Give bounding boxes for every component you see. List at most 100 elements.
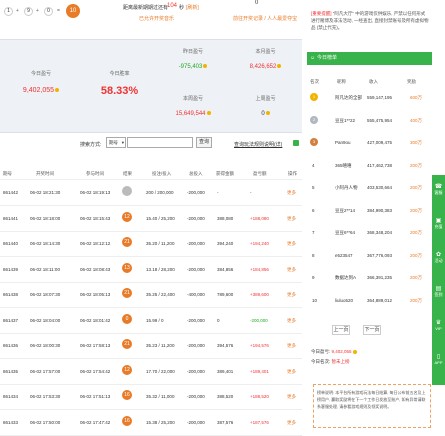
nickname: Pan9ou [335, 140, 351, 145]
week-label: 本周盈亏 [182, 96, 203, 102]
result-ball: 16 [122, 390, 132, 400]
more-link[interactable]: 更多 [287, 216, 296, 222]
week-value: 15,649,544 [175, 111, 206, 117]
sidebar-label: 充值 [434, 224, 443, 229]
result-ball: 13 [122, 262, 132, 273]
join-time-cell: 06-02 18:05:13 [80, 292, 111, 297]
issue-cell: 861442 [3, 190, 19, 195]
ranking-row: 6 豆豆2**14 384,990,383 200万 [307, 204, 432, 217]
table-row: 861438 06-02 18:07:30 06-02 18:05:13 35.25 … [0, 282, 302, 308]
sidebar-item-app[interactable]: ▯ APP [432, 353, 445, 377]
profit-cell: +389,600 [250, 292, 269, 297]
profit-cell: -200,000 [250, 317, 268, 323]
more-link[interactable]: 更多 [287, 318, 296, 324]
table-header: 期号 开奖时间 参与时间 结果 投注/投入 总投入 获得金额 盈亏额 操作 [0, 166, 302, 180]
total-cell: -200,000 [187, 241, 205, 246]
search-button[interactable]: 查询 [196, 137, 212, 148]
nickname: 阿凡达的全部 [335, 95, 362, 100]
more-link[interactable]: 更多 [287, 267, 296, 273]
ranking-rules-text: 榜单说明: 本平台所有游戏玩法每日结算, 每日公布前五名及上榜用户, 赢取奖励将… [317, 390, 426, 409]
result-ball: 0 [122, 313, 132, 324]
sidebar-label: VIP [435, 326, 442, 331]
win-cell: 0 [217, 317, 220, 323]
ball-1: 1 [4, 7, 13, 16]
today-rate-stat: 今日胜率 58.33% [82, 70, 157, 97]
my-rank-line: 今日名次: 暂未上榜 [311, 359, 350, 365]
yesterday-stat: 昨日盈亏 -975,403 [157, 48, 229, 70]
income-value: 403,530,664 [367, 185, 393, 190]
prev-page-button[interactable]: 上一页 [332, 325, 350, 335]
draw-time-cell: 06-02 17:53:30 [30, 394, 61, 399]
table-row: 861435 06-02 17:57:00 06-02 17:54:42 17.70 … [0, 359, 302, 385]
income-header: 收入 [369, 79, 378, 84]
join-time-cell: 06-02 17:58:13 [80, 343, 111, 348]
next-page-button[interactable]: 下一页 [363, 325, 381, 335]
draw-time-cell: 06-02 18:21:30 [30, 190, 61, 195]
nick-header: 昵称 [337, 79, 346, 84]
result-ball: 16 [122, 415, 132, 426]
gift-icon: ✿ [435, 252, 442, 258]
sound-toggle[interactable]: 已允许开奖音乐 [139, 15, 174, 22]
profit-cell: +188,520 [250, 394, 269, 399]
result-ball [122, 186, 132, 196]
income-value: 555,475,954 [367, 117, 393, 123]
rank-number: 7 [312, 230, 315, 235]
sidebar-label: 客服 [434, 190, 443, 195]
sidebar-label: APP [434, 360, 443, 365]
search-label: 搜索方式: [80, 142, 102, 148]
income-value: 367,776,093 [367, 252, 393, 258]
header-total: 总投入 [189, 171, 203, 176]
sidebar-item-activity[interactable]: ✿ 活动 [432, 251, 445, 275]
reward-value: 200万 [410, 297, 423, 303]
draw-time-cell: 06-02 17:50:00 [30, 419, 61, 425]
more-link[interactable]: 更多 [287, 343, 296, 349]
result-ball: 21 [122, 237, 132, 247]
more-link[interactable]: 更多 [287, 241, 296, 247]
month-label: 本月盈亏 [255, 49, 276, 55]
sidebar-item-recharge[interactable]: ▣ 充值 [432, 217, 445, 241]
search-input[interactable] [127, 137, 193, 148]
countdown-unit: 秒 [179, 5, 185, 11]
coin-icon [203, 64, 208, 69]
sidebar-item-vip[interactable]: ♛ VIP [432, 319, 445, 343]
draw-time-cell: 06-02 18:14:30 [30, 241, 61, 246]
rules-link[interactable]: 查询玩法规则说明(详) [234, 141, 282, 148]
bet-cell: 15.99 / 0 [146, 317, 164, 323]
profit-cell: +194,240 [250, 241, 269, 246]
countdown: 104 [167, 3, 178, 9]
search-type-select[interactable]: 期号 ▾ [106, 137, 126, 148]
sidebar-item-service[interactable]: ☎ 客服 [432, 183, 445, 207]
help-icon[interactable] [293, 140, 299, 146]
headset-icon: ☎ [434, 184, 443, 190]
total-cell: -400,000 [187, 292, 205, 297]
more-link[interactable]: 更多 [287, 190, 296, 196]
profit-cell: +194,576 [250, 343, 269, 348]
balance-value: 0 [255, 0, 259, 6]
today-rate-label: 今日胜率 [109, 71, 130, 77]
total-cell: -200,000 [187, 343, 205, 348]
nickname: 365嘻嘻 [335, 162, 352, 168]
more-link[interactable]: 更多 [287, 369, 296, 375]
income-value: 368,348,204 [367, 230, 393, 235]
ranking-row: 8 e523547 367,776,093 200万 [307, 249, 432, 262]
nickname: 豆豆6**64 [335, 230, 356, 235]
refresh-link[interactable]: [刷新] [186, 4, 199, 11]
more-link[interactable]: 更多 [287, 394, 296, 400]
coin-icon [265, 111, 270, 116]
rank-number: 5 [312, 185, 315, 190]
sidebar-item-signin[interactable]: ▤ 签到 [432, 285, 445, 309]
nickname: 小阿丹人物 [335, 185, 358, 190]
rank-number: 9 [312, 275, 315, 280]
bet-cell: 35.23 / 11,200 [146, 343, 175, 348]
more-link[interactable]: 更多 [287, 292, 296, 298]
more-link[interactable]: 更多 [287, 420, 296, 426]
medal-icon: 1 [310, 93, 318, 101]
my-profit-label: 今日盈亏: [311, 349, 331, 354]
wallet-icon: ▣ [435, 218, 442, 224]
week-stat: 本周盈亏 15,649,544 [157, 95, 229, 117]
join-time-cell: 06-02 18:12:12 [80, 241, 111, 246]
bet-cell: 35.25 / 22,400 [146, 292, 175, 297]
draw-time-cell: 06-02 17:57:00 [30, 368, 61, 374]
history-link[interactable]: 前往开奖记录 / 人人最爱夺宝 [233, 15, 297, 22]
rank-number: 4 [312, 162, 315, 168]
